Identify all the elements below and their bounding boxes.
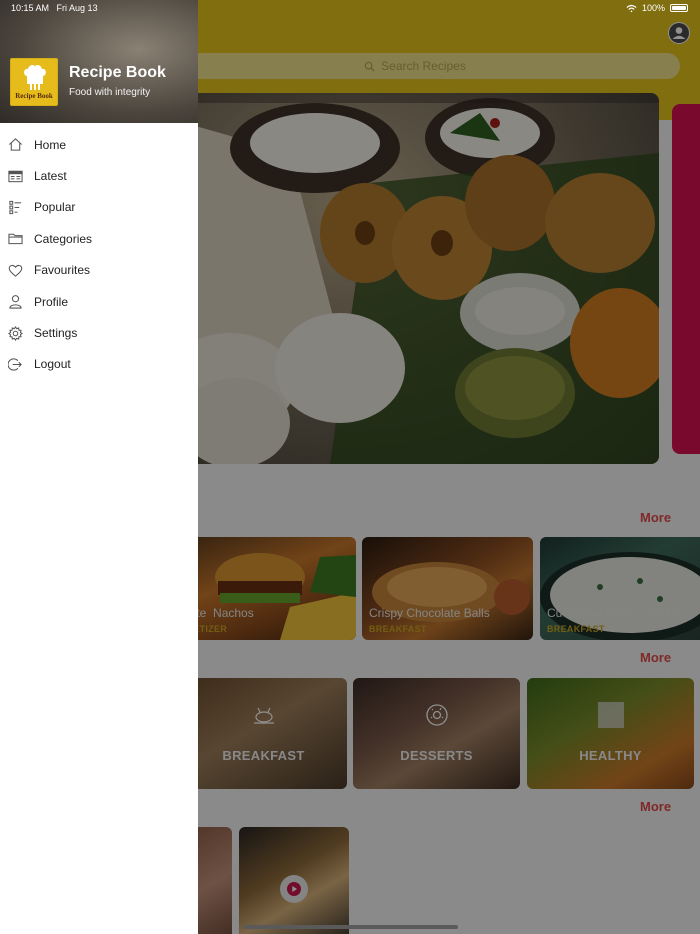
folder-icon	[8, 234, 23, 245]
menu-label: Popular	[34, 200, 76, 215]
drawer-header: Recipe Book Recipe Book Food with integr…	[0, 0, 198, 123]
gear-icon	[8, 325, 23, 341]
app-tagline: Food with integrity	[69, 87, 151, 98]
menu-label: Home	[34, 137, 67, 152]
logout-icon	[8, 358, 22, 371]
menu-item-logout[interactable]: Logout	[0, 349, 198, 380]
menu-item-home[interactable]: Home	[0, 129, 198, 160]
newspaper-icon	[8, 170, 23, 182]
status-bar: 10:15 AM Fri Aug 13 100%	[0, 0, 700, 16]
list-rank-icon	[9, 200, 22, 215]
wifi-icon	[626, 4, 637, 12]
menu-label: Settings	[34, 326, 78, 341]
status-date: Fri Aug 13	[56, 3, 98, 13]
menu-item-profile[interactable]: Profile	[0, 286, 198, 317]
battery-icon	[670, 4, 688, 12]
status-time: 10:15 AM	[11, 3, 50, 13]
battery-percent: 100%	[641, 3, 665, 13]
drawer-menu: Home Latest Popular Categories Favourite…	[0, 129, 198, 380]
menu-item-categories[interactable]: Categories	[0, 223, 198, 254]
app-name: Recipe Book	[69, 64, 166, 81]
menu-item-settings[interactable]: Settings	[0, 317, 198, 348]
menu-item-popular[interactable]: Popular	[0, 192, 198, 223]
menu-item-favourites[interactable]: Favourites	[0, 255, 198, 286]
home-icon	[9, 138, 22, 151]
chef-hat-icon	[24, 64, 46, 90]
menu-label: Latest	[34, 169, 67, 184]
app-logo: Recipe Book	[10, 58, 58, 106]
menu-label: Categories	[34, 231, 93, 246]
logo-text: Recipe Book	[15, 92, 53, 100]
menu-item-latest[interactable]: Latest	[0, 160, 198, 191]
person-icon	[9, 295, 22, 309]
menu-label: Profile	[34, 294, 69, 309]
home-indicator[interactable]	[243, 925, 458, 929]
heart-icon	[8, 264, 23, 277]
navigation-drawer: Recipe Book Recipe Book Food with integr…	[0, 0, 198, 934]
menu-label: Logout	[34, 357, 71, 372]
menu-label: Favourites	[34, 263, 91, 278]
